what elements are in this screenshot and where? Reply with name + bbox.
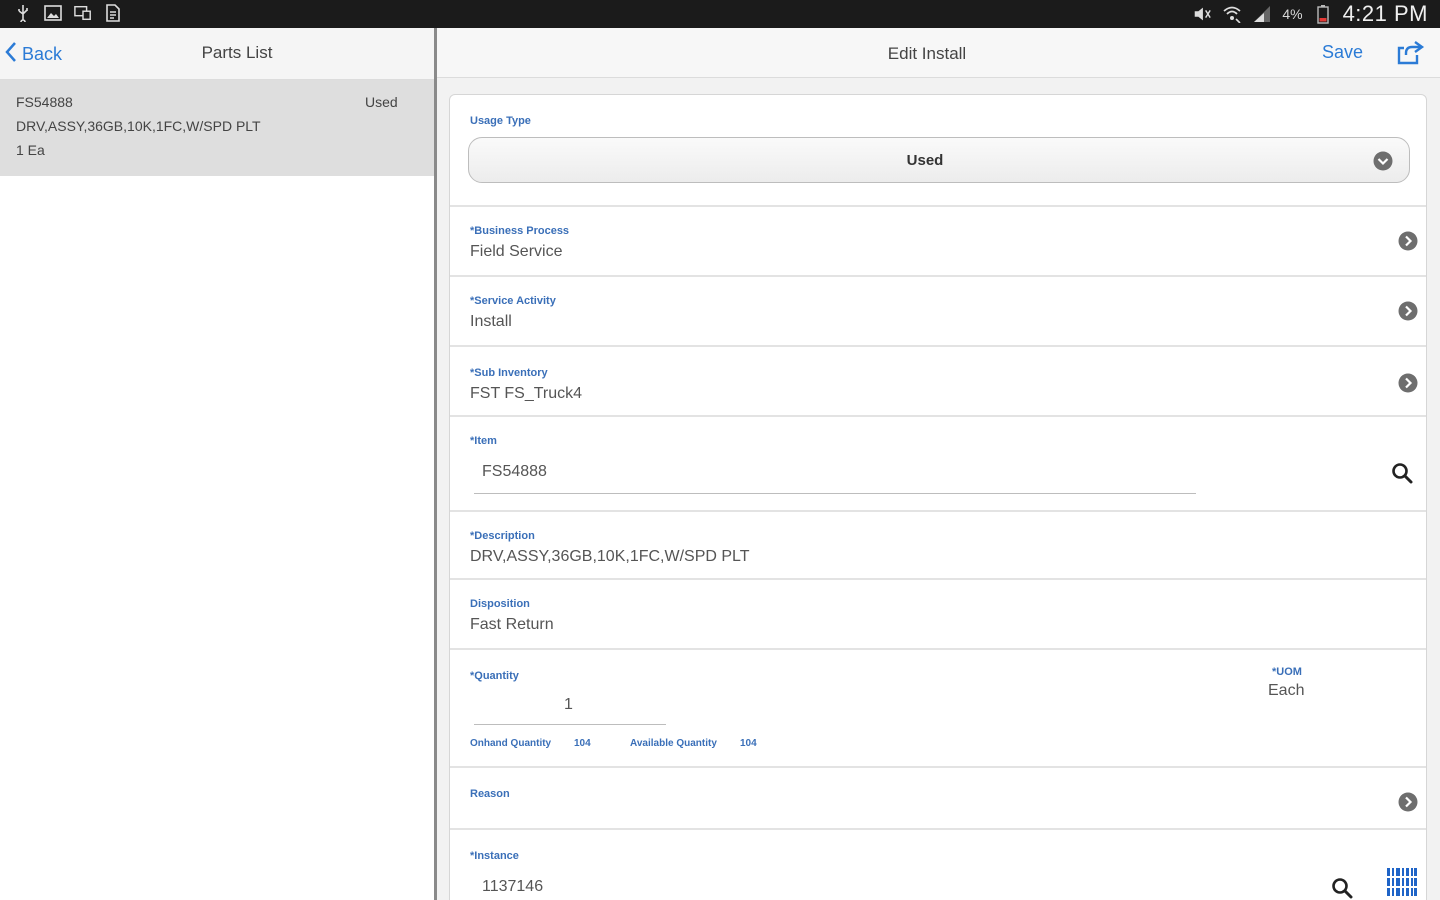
- available-quantity-label: Available Quantity: [630, 738, 717, 749]
- chevron-right-icon: [1398, 231, 1418, 251]
- description-value: DRV,ASSY,36GB,10K,1FC,W/SPD PLT: [470, 548, 750, 565]
- usage-type-label: Usage Type: [470, 115, 531, 127]
- uom-value: Each: [1268, 682, 1305, 699]
- chevron-right-icon: [1398, 373, 1418, 393]
- clock: 4:21 PM: [1342, 1, 1428, 26]
- part-number: FS54888: [16, 94, 73, 110]
- list-item[interactable]: FS54888 Used DRV,ASSY,36GB,10K,1FC,W/SPD…: [0, 80, 434, 176]
- edit-install-header: Edit Install Save: [437, 28, 1440, 78]
- usage-type-select[interactable]: Used: [468, 137, 1410, 183]
- barcode-scan-icon[interactable]: [1386, 866, 1418, 898]
- wifi-icon: [1222, 4, 1242, 24]
- status-right-icons: 4% 4:21 PM: [1192, 1, 1428, 26]
- share-icon: [1395, 41, 1425, 72]
- quantity-label: *Quantity: [470, 670, 519, 682]
- service-activity-row[interactable]: *Service Activity Install: [450, 277, 1426, 347]
- save-button[interactable]: Save: [1322, 42, 1363, 63]
- status-bar: 4% 4:21 PM: [0, 0, 1440, 28]
- sub-inventory-value: FST FS_Truck4: [470, 385, 583, 402]
- page-title: Edit Install: [887, 44, 967, 63]
- status-left-icons: [14, 4, 122, 22]
- chevron-right-icon: [1398, 792, 1418, 812]
- description-label: *Description: [470, 530, 535, 542]
- part-quantity: 1 Ea: [16, 142, 45, 158]
- reason-row[interactable]: Reason: [450, 768, 1426, 830]
- reason-label: Reason: [470, 788, 510, 800]
- usage-type-value: Used: [906, 152, 944, 169]
- sub-inventory-row[interactable]: *Sub Inventory FST FS_Truck4: [450, 347, 1426, 417]
- chevron-down-icon: [1373, 151, 1393, 171]
- part-status: Used: [365, 94, 398, 110]
- install-form: Usage Type Used *Business Process Field …: [449, 94, 1427, 900]
- business-process-label: *Business Process: [470, 225, 570, 237]
- item-input[interactable]: FS54888: [482, 463, 547, 481]
- doc-icon: [104, 4, 122, 22]
- parts-list-title: Parts List: [201, 43, 273, 62]
- instance-input[interactable]: 1137146: [482, 878, 543, 896]
- item-row: *Item FS54888: [450, 417, 1426, 512]
- disposition-value: Fast Return: [470, 616, 554, 633]
- quantity-row: *Quantity 1 Onhand Quantity 104 Availabl…: [450, 650, 1426, 768]
- business-process-value: Field Service: [470, 243, 563, 260]
- search-icon[interactable]: [1390, 461, 1414, 485]
- parts-list-pane: Back Parts List FS54888 Used DRV,ASSY,36…: [0, 28, 434, 900]
- battery-percent: 4%: [1282, 6, 1303, 22]
- instance-label: *Instance: [470, 850, 519, 862]
- quantity-input-underline: [474, 724, 666, 725]
- disposition-row: Disposition Fast Return: [450, 580, 1426, 650]
- service-activity-label: *Service Activity: [470, 295, 556, 307]
- onhand-quantity-value: 104: [574, 738, 591, 749]
- disposition-label: Disposition: [470, 598, 530, 610]
- service-activity-value: Install: [470, 313, 512, 330]
- usb-icon: [14, 4, 32, 22]
- edit-install-pane: Edit Install Save Usage Type Used *Busin…: [437, 28, 1440, 900]
- quantity-input[interactable]: 1: [564, 696, 573, 714]
- instance-row: *Instance 1137146: [450, 830, 1426, 900]
- uom-label: *UOM: [1272, 666, 1302, 678]
- item-label: *Item: [470, 435, 497, 447]
- parts-list-header: Back Parts List: [0, 28, 434, 80]
- mute-icon: [1192, 4, 1212, 24]
- signal-icon: [1252, 4, 1272, 24]
- share-button[interactable]: [1395, 38, 1425, 68]
- battery-icon: [1313, 4, 1333, 24]
- onhand-quantity-label: Onhand Quantity: [470, 738, 552, 749]
- screen-mirror-icon: [74, 4, 92, 22]
- usage-type-row: Usage Type Used: [450, 95, 1426, 207]
- part-description: DRV,ASSY,36GB,10K,1FC,W/SPD PLT: [16, 118, 261, 134]
- search-icon[interactable]: [1330, 876, 1354, 900]
- business-process-row[interactable]: *Business Process Field Service: [450, 207, 1426, 277]
- item-input-underline: [474, 493, 1196, 494]
- image-icon: [44, 4, 62, 22]
- chevron-right-icon: [1398, 301, 1418, 321]
- sub-inventory-label: *Sub Inventory: [470, 367, 548, 379]
- available-quantity-value: 104: [740, 738, 757, 749]
- description-row: *Description DRV,ASSY,36GB,10K,1FC,W/SPD…: [450, 512, 1426, 580]
